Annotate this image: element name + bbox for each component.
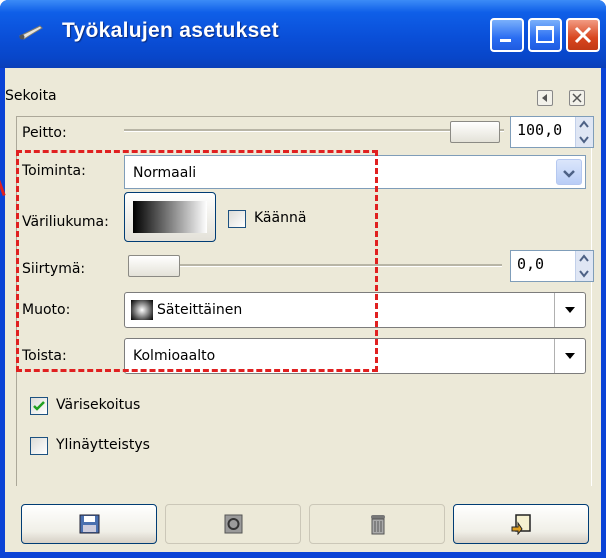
chevron-down-icon — [579, 270, 589, 278]
restore-icon — [224, 514, 243, 534]
shape-dropdown-button[interactable] — [554, 293, 585, 327]
triangle-down-icon — [565, 353, 575, 359]
chevron-up-icon — [579, 254, 589, 262]
close-button[interactable] — [566, 18, 600, 52]
reverse-checkbox[interactable] — [228, 210, 246, 228]
mode-value: Normaali — [133, 165, 197, 181]
repeat-value: Kolmioaalto — [133, 348, 216, 364]
app-icon — [19, 25, 43, 40]
reverse-label: Käännä — [254, 210, 307, 226]
supersampling-label: Ylinäytteistys — [56, 437, 150, 453]
gradient-label: Väriliukuma: — [22, 214, 109, 230]
offset-decrease-button[interactable] — [575, 266, 593, 281]
panel-menu-button[interactable] — [537, 90, 553, 106]
offset-slider-track[interactable] — [128, 264, 502, 267]
mode-label: Toiminta: — [22, 163, 86, 179]
repeat-label: Toista: — [22, 348, 67, 364]
reset-button[interactable] — [453, 504, 589, 544]
opacity-value: 100,0 — [517, 121, 563, 139]
bottom-toolbar — [5, 498, 601, 552]
minimize-button[interactable] — [490, 18, 524, 52]
panel-title: Sekoita — [5, 88, 57, 104]
triangle-left-icon — [542, 94, 547, 102]
delete-button[interactable] — [309, 504, 445, 544]
reset-icon — [511, 514, 531, 535]
radial-shape-icon — [131, 300, 153, 320]
close-icon — [572, 93, 582, 103]
dither-label: Värisekoitus — [56, 397, 141, 413]
window-title: Työkalujen asetukset — [62, 19, 279, 42]
chevron-down-icon — [563, 170, 575, 178]
repeat-dropdown-button[interactable] — [554, 339, 585, 373]
maximize-button[interactable] — [528, 18, 562, 52]
offset-label: Siirtymä: — [22, 261, 86, 277]
mode-dropdown-button[interactable] — [556, 159, 582, 185]
save-icon — [79, 514, 100, 534]
delete-icon — [371, 515, 385, 535]
minimize-icon — [500, 39, 511, 42]
checkmark-icon — [33, 401, 45, 411]
close-icon — [574, 26, 592, 44]
gradient-button[interactable] — [124, 192, 216, 242]
opacity-spinbutton[interactable]: 100,0 — [510, 116, 594, 148]
triangle-down-icon — [565, 307, 575, 313]
opacity-slider-handle[interactable] — [450, 121, 500, 143]
title-bar[interactable]: Työkalujen asetukset — [0, 0, 606, 68]
chevron-up-icon — [579, 120, 589, 128]
save-button[interactable] — [21, 504, 157, 544]
shape-select[interactable]: Säteittäinen — [124, 292, 586, 328]
chevron-down-icon — [579, 136, 589, 144]
restore-button[interactable] — [165, 504, 301, 544]
gradient-preview — [133, 201, 207, 233]
offset-value: 0,0 — [517, 255, 545, 273]
offset-increase-button[interactable] — [575, 251, 593, 266]
shape-value: Säteittäinen — [157, 302, 243, 318]
opacity-increase-button[interactable] — [575, 117, 593, 132]
mode-select[interactable]: Normaali — [124, 155, 586, 189]
shape-label: Muoto: — [22, 302, 71, 318]
dither-checkbox[interactable] — [30, 397, 48, 415]
panel-close-button[interactable] — [569, 90, 585, 106]
offset-spinbutton[interactable]: 0,0 — [510, 250, 594, 282]
opacity-label: Peitto: — [22, 125, 67, 141]
tool-options-window: Työkalujen asetukset Sekoita Peitto: 100… — [0, 0, 606, 558]
repeat-select[interactable]: Kolmioaalto — [124, 338, 586, 374]
opacity-slider-track[interactable] — [124, 129, 504, 132]
offset-slider-handle[interactable] — [128, 255, 180, 277]
maximize-icon — [536, 26, 554, 43]
supersampling-checkbox[interactable] — [30, 437, 48, 455]
opacity-decrease-button[interactable] — [575, 132, 593, 147]
